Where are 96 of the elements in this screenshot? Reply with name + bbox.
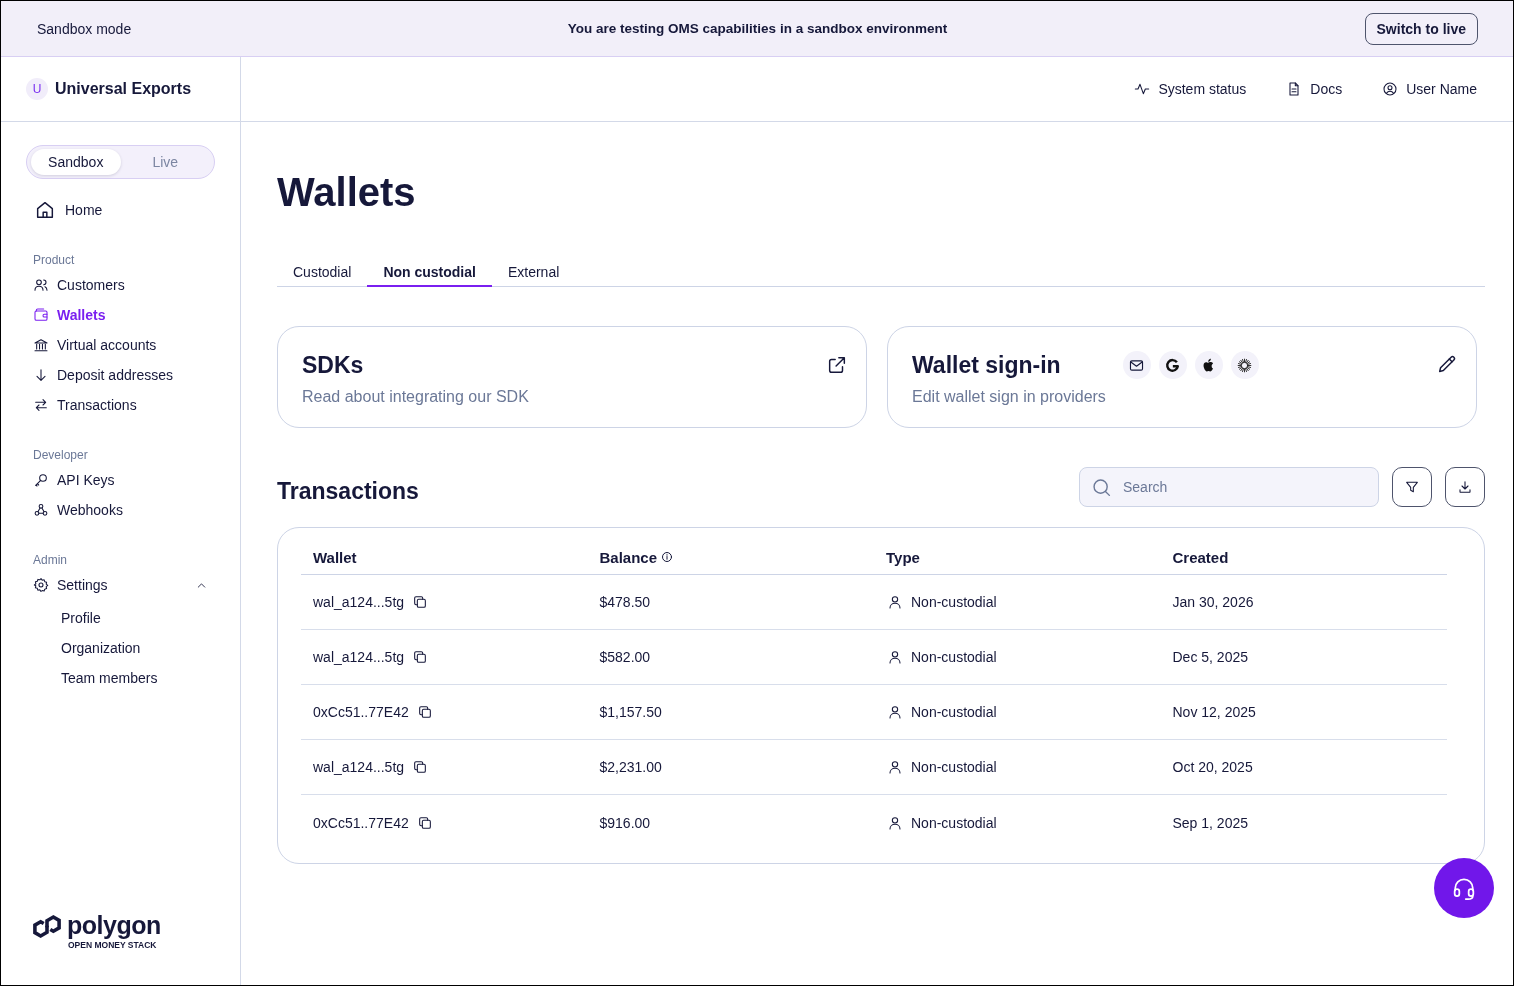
feature-card[interactable]: Wallet sign-in Edit wallet sign in providers xyxy=(887,326,1477,428)
created-date: Nov 12, 2025 xyxy=(1172,704,1256,720)
wallet-address: wal_a124...5tg xyxy=(313,594,405,610)
users-icon xyxy=(33,277,49,293)
copy-icon[interactable] xyxy=(412,594,429,610)
person-icon xyxy=(887,704,903,720)
nav-item[interactable]: Transactions xyxy=(26,390,215,420)
balance-amount: $916.00 xyxy=(599,814,651,831)
search-field[interactable]: Search xyxy=(1079,467,1379,507)
wallet-type: Non-custodial xyxy=(911,814,997,831)
card-subtitle: Edit wallet sign in providers xyxy=(912,387,1106,407)
pulse-icon xyxy=(1134,81,1151,97)
wallet-address: 0xCc51..77E42 xyxy=(313,704,409,720)
wallet-type: Non-custodial xyxy=(911,594,997,610)
balance-amount: $1,157.50 xyxy=(599,704,662,720)
copy-icon[interactable] xyxy=(412,759,429,775)
person-icon xyxy=(887,814,903,831)
column-header: Created xyxy=(1172,548,1229,566)
balance-amount: $478.50 xyxy=(599,594,651,610)
header-link[interactable]: System status xyxy=(1134,81,1247,97)
created-date: Oct 20, 2025 xyxy=(1172,759,1253,775)
nav-subitem[interactable]: Profile xyxy=(26,603,101,633)
nav-subitem[interactable]: Team members xyxy=(26,663,158,693)
section-label: Product xyxy=(32,252,75,268)
webhook-icon xyxy=(33,502,49,518)
download-icon xyxy=(1457,479,1473,495)
logo-icon xyxy=(33,915,61,938)
page-title: Wallets xyxy=(277,169,417,216)
person-icon xyxy=(887,594,903,610)
g-mark-icon xyxy=(1158,351,1187,379)
envelope-icon xyxy=(1122,351,1151,379)
search-icon xyxy=(1091,476,1112,498)
card-title: SDKs xyxy=(302,351,364,379)
support-button[interactable] xyxy=(1434,858,1494,918)
wallet-address: wal_a124...5tg xyxy=(313,649,405,665)
person-icon xyxy=(887,759,903,775)
org-avatar: U xyxy=(26,78,48,100)
bank-icon xyxy=(33,337,49,353)
sunburst-icon xyxy=(1230,351,1259,379)
filter-icon xyxy=(1404,479,1420,495)
nav-item[interactable]: API Keys xyxy=(26,465,215,495)
org-name: Universal Exports xyxy=(55,80,192,98)
apple-icon xyxy=(1194,351,1223,379)
column-header: Wallet xyxy=(313,548,357,566)
nav-item[interactable]: Webhooks xyxy=(26,495,215,525)
house-icon xyxy=(34,199,56,221)
switch-to-live-button[interactable]: Switch to live xyxy=(1364,12,1478,45)
tab[interactable]: Non custodial xyxy=(367,258,492,287)
key-icon xyxy=(33,472,49,488)
copy-icon[interactable] xyxy=(416,704,433,720)
section-label: Admin xyxy=(32,552,67,568)
arrow-down-icon xyxy=(33,367,49,383)
copy-icon[interactable] xyxy=(416,814,433,831)
created-date: Sep 1, 2025 xyxy=(1172,814,1248,831)
copy-icon[interactable] xyxy=(412,649,429,665)
created-date: Jan 30, 2026 xyxy=(1172,594,1254,610)
column-header: Balance xyxy=(599,548,658,566)
header-link[interactable]: Docs xyxy=(1286,81,1343,97)
banner-label: Sandbox mode xyxy=(37,20,132,37)
balance-amount: $2,231.00 xyxy=(599,759,662,775)
brand-name: polygon xyxy=(67,912,161,938)
download-button[interactable] xyxy=(1445,467,1485,507)
gear-icon xyxy=(33,577,49,593)
user-circle-icon xyxy=(1382,81,1399,97)
nav-item[interactable]: Customers xyxy=(26,270,215,300)
balance-amount: $582.00 xyxy=(599,649,651,665)
section-label: Developer xyxy=(32,447,88,463)
wallet-type: Non-custodial xyxy=(911,649,997,665)
section-title: Transactions xyxy=(277,477,419,505)
nav-item[interactable]: Home xyxy=(26,195,215,225)
feature-card[interactable]: SDKs Read about integrating our SDK xyxy=(277,326,867,428)
mode-option[interactable]: Sandbox xyxy=(31,149,121,175)
card-title: Wallet sign-in xyxy=(912,351,1061,379)
nav-item[interactable]: Deposit addresses xyxy=(26,360,215,390)
header-link[interactable]: User Name xyxy=(1382,81,1477,97)
brand-tagline: OPEN MONEY STACK xyxy=(68,940,157,951)
wallet-address: 0xCc51..77E42 xyxy=(313,814,409,831)
nav-item[interactable]: Settings xyxy=(26,570,215,600)
filter-button[interactable] xyxy=(1392,467,1432,507)
wallet-icon xyxy=(33,307,49,323)
created-date: Dec 5, 2025 xyxy=(1172,649,1248,665)
external-link-icon[interactable] xyxy=(826,354,848,376)
column-header: Type xyxy=(886,548,920,566)
tab[interactable]: External xyxy=(491,258,576,287)
tab[interactable]: Custodial xyxy=(277,258,368,287)
nav-subitem[interactable]: Organization xyxy=(26,633,141,663)
wallet-type: Non-custodial xyxy=(911,704,997,720)
wallet-address: wal_a124...5tg xyxy=(313,759,405,775)
nav-item[interactable]: Virtual accounts xyxy=(26,330,215,360)
swap-arrows-icon xyxy=(33,397,49,413)
info-icon[interactable] xyxy=(661,551,674,563)
nav-item[interactable]: Wallets xyxy=(26,300,215,330)
banner-message: You are testing OMS capabilities in a sandbox environment xyxy=(567,21,948,36)
card-subtitle: Read about integrating our SDK xyxy=(302,387,529,407)
person-icon xyxy=(887,649,903,665)
wallet-type: Non-custodial xyxy=(911,759,997,775)
